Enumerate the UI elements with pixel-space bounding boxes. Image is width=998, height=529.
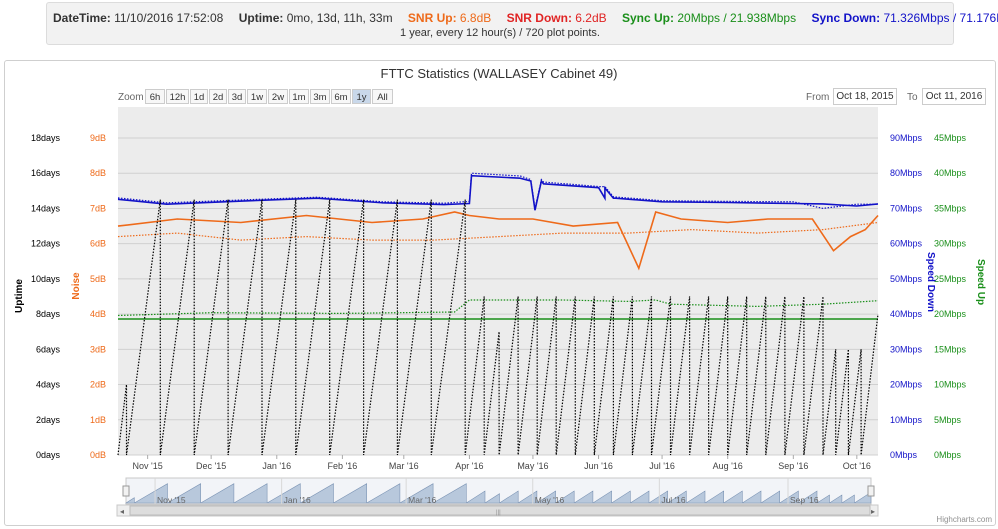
scroll-left-arrow-icon: ◂ [120, 507, 124, 516]
y-tick-label-speed_up: 35Mbps [934, 203, 967, 213]
y-tick-label-speed_down: 20Mbps [890, 380, 923, 390]
y-tick-label-speed_up: 5Mbps [934, 415, 962, 425]
y-tick-label-noise: 8dB [90, 168, 106, 178]
x-tick-label: Aug '16 [713, 461, 743, 471]
navigator-tick-label: Jul '16 [661, 495, 686, 505]
axis-title-uptime: Uptime [14, 279, 25, 313]
y-tick-label-speed_down: 10Mbps [890, 415, 923, 425]
y-tick-label-uptime: 0days [36, 450, 61, 460]
y-tick-label-speed_up: 15Mbps [934, 344, 967, 354]
navigator-tick-label: Mar '16 [408, 495, 436, 505]
x-tick-label: Nov '15 [133, 461, 163, 471]
y-tick-label-uptime: 12days [31, 239, 61, 249]
scrollbar-grip-icon: ||| [496, 510, 501, 516]
y-tick-label-noise: 7dB [90, 203, 106, 213]
x-tick-label: Jul '16 [649, 461, 675, 471]
navigator-tick-label: May '16 [535, 495, 565, 505]
x-tick-label: May '16 [517, 461, 548, 471]
y-tick-label-speed_down: 90Mbps [890, 133, 923, 143]
y-tick-label-speed_up: 10Mbps [934, 380, 967, 390]
y-tick-label-speed_down: 30Mbps [890, 344, 923, 354]
chart-svg[interactable]: Nov '15 Dec '15 Jan '16 Feb '16 Mar '16 Apr '… [0, 0, 998, 529]
y-tick-label-uptime: 14days [31, 203, 61, 213]
y-tick-label-noise: 3dB [90, 344, 106, 354]
navigator-tick-label: Jan '16 [284, 495, 311, 505]
y-tick-label-noise: 6dB [90, 239, 106, 249]
y-tick-label-speed_up: 30Mbps [934, 239, 967, 249]
x-tick-label: Dec '15 [196, 461, 226, 471]
navigator-right-handle[interactable] [867, 485, 875, 497]
y-tick-label-speed_up: 40Mbps [934, 168, 967, 178]
x-tick-label: Jun '16 [584, 461, 613, 471]
y-tick-label-uptime: 2days [36, 415, 61, 425]
y-tick-label-speed_up: 45Mbps [934, 133, 967, 143]
navigator-tick-label: Nov '15 [157, 495, 186, 505]
y-tick-label-speed_down: 50Mbps [890, 274, 923, 284]
x-tick-label: Sep '16 [778, 461, 808, 471]
y-tick-label-noise: 1dB [90, 415, 106, 425]
y-tick-label-uptime: 4days [36, 380, 61, 390]
navigator-tick-label: Sep '16 [790, 495, 819, 505]
y-tick-label-noise: 0dB [90, 450, 106, 460]
y-tick-label-uptime: 6days [36, 344, 61, 354]
y-tick-label-speed_up: 25Mbps [934, 274, 967, 284]
x-tick-label: Mar '16 [389, 461, 419, 471]
navigator-left-handle[interactable] [122, 485, 130, 497]
y-tick-label-speed_down: 40Mbps [890, 309, 923, 319]
y-tick-label-uptime: 8days [36, 309, 61, 319]
axis-title-speed_up: Speed Up [975, 259, 986, 305]
x-tick-label: Jan '16 [262, 461, 291, 471]
y-tick-label-speed_up: 0Mbps [934, 450, 962, 460]
y-tick-label-noise: 9dB [90, 133, 106, 143]
y-tick-label-speed_down: 0Mbps [890, 450, 918, 460]
y-tick-label-noise: 5dB [90, 274, 106, 284]
highcharts-credit[interactable]: Highcharts.com [936, 515, 992, 524]
y-tick-label-speed_down: 80Mbps [890, 168, 923, 178]
y-tick-label-speed_down: 60Mbps [890, 239, 923, 249]
scroll-right-arrow-icon: ▸ [871, 507, 875, 516]
y-tick-label-speed_up: 20Mbps [934, 309, 967, 319]
x-tick-label: Apr '16 [455, 461, 483, 471]
x-tick-label: Feb '16 [328, 461, 358, 471]
y-tick-label-noise: 4dB [90, 309, 106, 319]
plot-area [118, 107, 878, 455]
y-tick-label-uptime: 16days [31, 168, 61, 178]
x-tick-label: Oct '16 [843, 461, 871, 471]
y-tick-label-speed_down: 70Mbps [890, 203, 923, 213]
axis-title-noise: Noise [71, 272, 82, 300]
axis-title-speed_down: Speed Down [925, 252, 936, 312]
y-tick-label-uptime: 10days [31, 274, 61, 284]
y-tick-label-noise: 2dB [90, 380, 106, 390]
y-tick-label-uptime: 18days [31, 133, 61, 143]
